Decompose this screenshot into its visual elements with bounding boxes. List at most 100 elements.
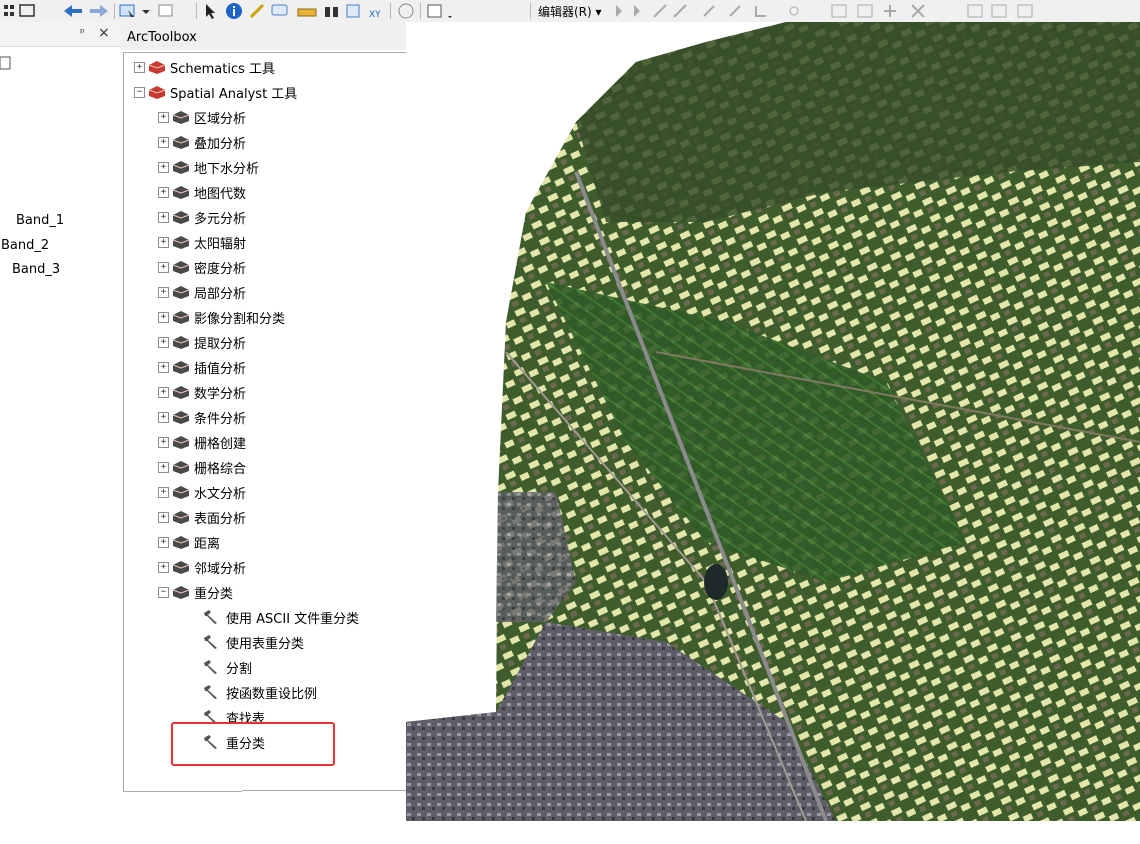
- find-icon[interactable]: [322, 2, 342, 20]
- toolset-icon: [172, 186, 190, 199]
- toolset-icon: [172, 336, 190, 349]
- tree-item-label: Schematics 工具: [170, 62, 276, 77]
- map-view[interactable]: [406, 22, 1140, 821]
- toolset-icon: [172, 111, 190, 124]
- select-elements-icon[interactable]: [202, 2, 220, 20]
- band-3-label: Band_3: [12, 262, 61, 277]
- expand-icon[interactable]: +: [158, 537, 169, 548]
- measure-icon[interactable]: [296, 2, 318, 20]
- band-2-label: Band_2: [1, 238, 50, 253]
- tool-label: 分割: [226, 662, 253, 677]
- go-to-xy-icon[interactable]: XY: [366, 2, 386, 20]
- expand-icon[interactable]: +: [134, 62, 145, 73]
- expand-icon[interactable]: +: [158, 487, 169, 498]
- tree-item-label: 提取分析: [194, 337, 247, 352]
- svg-text:XY: XY: [369, 10, 381, 20]
- toolbox-icon: [148, 86, 166, 99]
- expand-icon[interactable]: +: [158, 387, 169, 398]
- toolset-icon: [172, 211, 190, 224]
- highlight-box: [171, 722, 335, 766]
- find-route-icon[interactable]: [344, 2, 364, 20]
- hammer-icon: [204, 635, 217, 649]
- expand-icon[interactable]: +: [158, 137, 169, 148]
- tree-item-label: 水文分析: [194, 487, 247, 502]
- tree-item-label: 区域分析: [194, 112, 247, 127]
- tool-label: 按函数重设比例: [226, 687, 318, 702]
- tree-item-label: 局部分析: [194, 287, 247, 302]
- expand-icon[interactable]: +: [158, 162, 169, 173]
- tree-item-label: 邻域分析: [194, 562, 247, 577]
- tree-item-label: 多元分析: [194, 212, 247, 227]
- band-1-label: Band_1: [16, 213, 65, 228]
- tree-item-label: 距离: [194, 537, 221, 552]
- toolset-icon: [172, 536, 190, 549]
- expand-icon[interactable]: +: [158, 187, 169, 198]
- tree-item-label: 影像分割和分类: [194, 312, 286, 327]
- expand-icon[interactable]: +: [158, 462, 169, 473]
- tool-label: 使用 ASCII 文件重分类: [226, 612, 360, 627]
- toolset-icon: [172, 461, 190, 474]
- tree-item-label: Spatial Analyst 工具: [170, 87, 298, 102]
- expand-icon[interactable]: +: [158, 412, 169, 423]
- hyperlink-icon[interactable]: [248, 2, 268, 20]
- select-features-icon[interactable]: [118, 2, 152, 20]
- tree-item-label: 栅格综合: [194, 462, 247, 477]
- expand-icon[interactable]: +: [158, 437, 169, 448]
- expand-icon[interactable]: +: [158, 337, 169, 348]
- html-popup-icon[interactable]: [270, 2, 290, 20]
- toolset-icon: [172, 261, 190, 274]
- tree-item-label: 太阳辐射: [194, 237, 247, 252]
- toolset-icon: [172, 286, 190, 299]
- toolset-icon: [172, 511, 190, 524]
- expand-icon[interactable]: +: [158, 212, 169, 223]
- forward-arrow-icon[interactable]: [88, 2, 110, 20]
- full-extent-icon[interactable]: [2, 2, 38, 20]
- clear-selection-icon[interactable]: [156, 2, 176, 20]
- expand-icon[interactable]: +: [158, 362, 169, 373]
- hammer-icon: [204, 610, 217, 624]
- tree-item-label: 表面分析: [194, 512, 247, 527]
- tree-item-label: 地下水分析: [194, 162, 260, 177]
- toolset-icon: [172, 561, 190, 574]
- arctoolbox-title: ArcToolbox: [127, 30, 197, 45]
- tree-item-label: 叠加分析: [194, 137, 247, 152]
- toolset-icon: [172, 411, 190, 424]
- expand-icon[interactable]: +: [158, 237, 169, 248]
- toolset-icon: [172, 386, 190, 399]
- table-of-contents-panel: ᵖ × Band_1 Band_2 Band_3: [0, 22, 122, 821]
- back-arrow-icon[interactable]: [62, 2, 84, 20]
- pin-icon[interactable]: ᵖ: [80, 26, 85, 39]
- collapse-icon[interactable]: −: [158, 587, 169, 598]
- expand-icon[interactable]: +: [158, 262, 169, 273]
- list-view-icon[interactable]: [0, 56, 12, 70]
- editor-menu[interactable]: 编辑器(R) ▾: [538, 3, 602, 20]
- toolbox-icon: [148, 61, 166, 74]
- magnifier-window-icon[interactable]: [426, 2, 460, 20]
- toc-close-icon[interactable]: ×: [98, 25, 110, 41]
- toolset-icon: [172, 311, 190, 324]
- toolset-icon: [172, 136, 190, 149]
- time-slider-icon[interactable]: [396, 2, 416, 20]
- tree-item-label: 条件分析: [194, 412, 247, 427]
- editing-tools-2-icon[interactable]: [700, 2, 820, 20]
- expand-icon[interactable]: +: [158, 512, 169, 523]
- editing-tools-3-icon[interactable]: [828, 2, 1048, 20]
- main-toolbar: XY 编辑器(R) ▾: [0, 0, 1140, 23]
- toolset-icon: [172, 161, 190, 174]
- editing-tools-icon[interactable]: [610, 2, 690, 20]
- identify-icon[interactable]: [224, 2, 244, 20]
- hammer-icon: [204, 660, 217, 674]
- toolset-icon: [172, 236, 190, 249]
- toc-header: ᵖ ×: [0, 22, 121, 47]
- expand-icon[interactable]: +: [158, 312, 169, 323]
- collapse-icon[interactable]: −: [134, 87, 145, 98]
- expand-icon[interactable]: +: [158, 562, 169, 573]
- expand-icon[interactable]: +: [158, 287, 169, 298]
- expand-icon[interactable]: +: [158, 112, 169, 123]
- tree-item-label: 栅格创建: [194, 437, 247, 452]
- toolset-icon: [172, 586, 190, 599]
- tree-item-label: 数学分析: [194, 387, 247, 402]
- tree-item-label: 插值分析: [194, 362, 247, 377]
- toolset-icon: [172, 361, 190, 374]
- tree-item-label: 密度分析: [194, 262, 247, 277]
